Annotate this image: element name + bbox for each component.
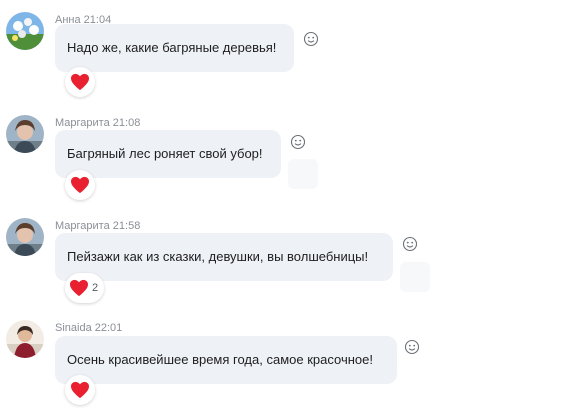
author-name: Маргарита — [55, 220, 110, 232]
heart-icon — [71, 73, 89, 91]
message-text: Осень красивейшее время года, самое крас… — [67, 352, 373, 367]
message-text: Пейзажи как из сказки, девушки, вы волше… — [67, 249, 369, 264]
message-time: 21:08 — [112, 117, 141, 129]
reaction-count: 2 — [92, 282, 99, 294]
avatar[interactable] — [6, 12, 44, 50]
message-meta: Маргарита 21:58 — [55, 220, 140, 232]
message-meta: Маргарита 21:08 — [55, 117, 140, 129]
add-reaction-button[interactable] — [290, 134, 306, 150]
reaction-pill[interactable] — [65, 170, 95, 200]
avatar[interactable] — [6, 115, 44, 153]
reaction-placeholder — [288, 159, 318, 189]
add-reaction-button[interactable] — [303, 31, 319, 47]
chat-thread: Анна 21:04 Надо же, какие багряные дерев… — [0, 0, 586, 411]
reaction-pill[interactable] — [65, 67, 95, 97]
message-time: 21:58 — [112, 220, 141, 232]
smiley-icon — [290, 134, 306, 150]
message-bubble: Осень красивейшее время года, самое крас… — [55, 336, 397, 384]
message-meta: Sinaida 22:01 — [55, 322, 122, 334]
message-bubble: Багряный лес роняет свой убор! — [55, 130, 281, 178]
smiley-icon — [404, 339, 420, 355]
reaction-pill[interactable] — [65, 375, 95, 405]
heart-icon — [71, 176, 89, 194]
add-reaction-button[interactable] — [404, 339, 420, 355]
avatar[interactable] — [6, 320, 44, 358]
message-time: 22:01 — [94, 322, 123, 334]
heart-icon — [71, 381, 89, 399]
message-text: Надо же, какие багряные деревья! — [67, 40, 277, 55]
author-name: Маргарита — [55, 117, 110, 129]
author-name: Sinaida — [55, 322, 92, 334]
message-bubble: Надо же, какие багряные деревья! — [55, 24, 294, 72]
reaction-placeholder — [400, 262, 430, 292]
smiley-icon — [402, 236, 418, 252]
add-reaction-button[interactable] — [402, 236, 418, 252]
smiley-icon — [303, 31, 319, 47]
message-text: Багряный лес роняет свой убор! — [67, 146, 263, 161]
avatar[interactable] — [6, 218, 44, 256]
reaction-pill[interactable]: 2 — [65, 273, 105, 303]
message-bubble: Пейзажи как из сказки, девушки, вы волше… — [55, 233, 393, 281]
heart-icon — [70, 279, 88, 297]
